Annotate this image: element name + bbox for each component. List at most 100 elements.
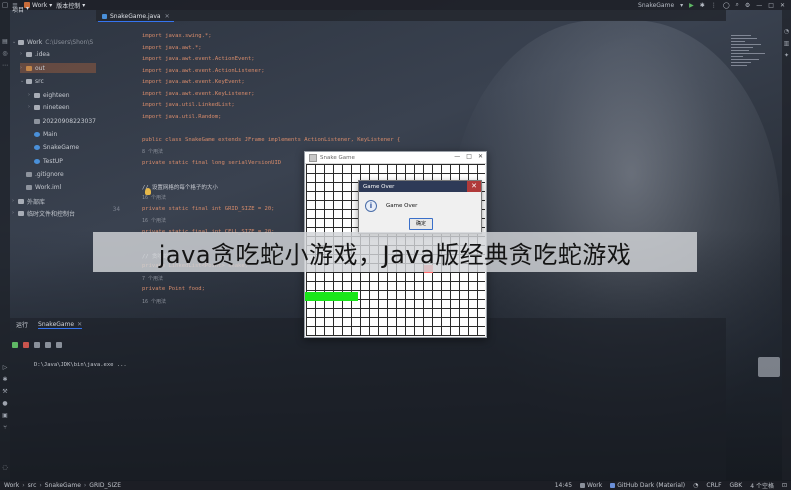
dialog-close-button[interactable]: ✕ xyxy=(467,181,481,192)
code-line[interactable]: import java.awt.*; xyxy=(142,45,202,51)
tree-item[interactable]: › .idea xyxy=(20,49,96,59)
scrollbar-thumb[interactable] xyxy=(758,357,780,377)
tree-item[interactable]: .gitignore xyxy=(20,169,96,179)
settings-icon[interactable]: ⚙ xyxy=(745,2,750,9)
dialog-titlebar[interactable]: Game Over ✕ xyxy=(359,181,481,192)
run-tab[interactable]: SnakeGame ✕ xyxy=(38,321,83,329)
code-line[interactable]: import java.util.Random; xyxy=(142,114,221,120)
tree-item[interactable]: › 临时文件和控制台 xyxy=(12,208,96,218)
close-tab-icon[interactable]: ✕ xyxy=(77,321,82,328)
debug-icon[interactable]: ✱ xyxy=(700,2,705,9)
exit-icon[interactable] xyxy=(45,342,51,348)
run-config-selector[interactable]: SnakeGame xyxy=(638,2,674,9)
game-over-dialog: Game Over ✕ i Game Over 确定 xyxy=(358,180,482,234)
user-icon[interactable]: ◯ xyxy=(723,2,730,9)
tree-item[interactable]: ⌄ src xyxy=(20,76,96,86)
run-tab-label: 运行 xyxy=(16,322,29,329)
breadcrumb-item[interactable]: SnakeGame xyxy=(45,482,81,489)
window-menu-icon[interactable]: ▢ xyxy=(0,0,10,10)
breadcrumb-item[interactable]: GRID_SIZE xyxy=(89,482,121,489)
tree-item[interactable]: Work.iml xyxy=(20,182,96,192)
run-tab[interactable]: 运行 xyxy=(16,320,28,329)
java-class-icon xyxy=(34,158,40,164)
snake-body xyxy=(305,292,358,301)
code-line[interactable]: private static final int GRID_SIZE = 20; xyxy=(142,206,274,212)
terminal-tool-icon[interactable]: ▣ xyxy=(1,412,9,420)
code-line[interactable]: private static final long serialVersionU… xyxy=(142,160,281,166)
maximize-icon[interactable]: □ xyxy=(466,153,472,160)
theme-selector[interactable]: GitHub Dark (Material) xyxy=(617,482,685,489)
code-line[interactable]: import java.awt.event.ActionEvent; xyxy=(142,56,255,62)
usage-hint[interactable]: 8 个用法 xyxy=(142,148,163,155)
ok-button[interactable]: 确定 xyxy=(409,218,433,230)
code-line[interactable]: import javax.swing.*; xyxy=(142,33,212,39)
close-icon[interactable]: ✕ xyxy=(478,153,483,160)
breadcrumb: Work › src › SnakeGame › GRID_SIZE xyxy=(4,482,121,489)
console-output[interactable]: D:\Java\JDK\bin\java.exe ... xyxy=(34,362,127,368)
code-line[interactable]: import java.awt.event.KeyListener; xyxy=(142,91,255,97)
tree-item[interactable]: 20220908223037 xyxy=(28,116,96,126)
usage-hint[interactable]: 16 个用法 xyxy=(142,298,166,305)
minimize-icon[interactable]: — xyxy=(756,2,762,9)
code-line[interactable]: public class SnakeGame extends JFrame im… xyxy=(142,137,400,143)
code-line[interactable]: private Point food; xyxy=(142,286,205,292)
git-tool-icon[interactable]: ⑂ xyxy=(1,424,9,432)
indent-setting[interactable]: 4 个空格 xyxy=(750,481,774,490)
maximize-icon[interactable]: □ xyxy=(768,2,774,9)
tree-item[interactable]: SnakeGame xyxy=(28,142,96,152)
chevron-down-icon[interactable]: ▾ xyxy=(26,5,29,14)
memory-indicator-icon[interactable]: ◔ xyxy=(693,482,698,489)
cursor-position[interactable]: 14:45 xyxy=(555,482,572,489)
line-separator[interactable]: CRLF xyxy=(706,482,721,489)
tree-item[interactable]: ⌄ Work C:\Users\Shon\S xyxy=(12,37,96,47)
build-tool-icon[interactable]: ⚒ xyxy=(1,388,9,396)
search-icon[interactable]: ⌕ xyxy=(736,1,739,9)
lightbulb-icon[interactable] xyxy=(145,188,151,195)
tree-item[interactable]: Main xyxy=(28,129,96,139)
problems-tool-icon[interactable]: ● xyxy=(1,400,9,408)
close-tab-icon[interactable]: ✕ xyxy=(165,13,170,20)
chevron-down-icon: ▾ xyxy=(49,1,53,9)
chevron-down-icon[interactable]: ▾ xyxy=(680,2,683,9)
usage-hint[interactable]: 16 个用法 xyxy=(142,217,166,224)
folder-icon xyxy=(26,65,32,71)
ai-assistant-icon[interactable]: ✦ xyxy=(783,52,790,59)
stop-icon[interactable] xyxy=(23,342,29,348)
more-icon[interactable]: ⋮ xyxy=(711,2,717,9)
notifications-icon[interactable]: ◔ xyxy=(783,28,790,35)
tree-item[interactable]: TestUP xyxy=(28,156,96,166)
camera-icon[interactable] xyxy=(34,342,40,348)
minimize-icon[interactable]: — xyxy=(454,153,460,160)
code-line[interactable]: import java.util.LinkedList; xyxy=(142,102,235,108)
database-icon[interactable]: ▥ xyxy=(783,40,790,47)
close-icon[interactable]: ✕ xyxy=(780,2,785,9)
usage-hint[interactable]: 7 个用法 xyxy=(142,275,163,282)
tree-item[interactable]: › eighteen xyxy=(28,90,96,100)
breadcrumb-item[interactable]: Work xyxy=(4,482,19,489)
vcs-menu[interactable]: 版本控制 ▾ xyxy=(56,1,85,10)
project-panel-title[interactable]: 项目 xyxy=(12,5,24,14)
rerun-icon[interactable] xyxy=(12,342,18,348)
services-tool-icon[interactable]: ◌ xyxy=(1,464,9,472)
tree-item[interactable]: › out xyxy=(20,63,96,73)
debug-tool-icon[interactable]: ✱ xyxy=(1,376,9,384)
vcs-branch[interactable]: Work xyxy=(587,482,602,489)
run-tool-icon[interactable]: ▷ xyxy=(1,364,9,372)
usage-hint[interactable]: 16 个用法 xyxy=(142,194,166,201)
tree-item[interactable]: › nineteen xyxy=(28,102,96,112)
code-comment[interactable]: // 设置网格的每个格子的大小 xyxy=(142,183,218,191)
file-encoding[interactable]: GBK xyxy=(730,482,743,489)
tree-item[interactable]: › 外部库 xyxy=(12,196,96,206)
tree-item-label: .idea xyxy=(35,50,50,58)
more-options-icon[interactable] xyxy=(56,342,62,348)
commit-tool-icon[interactable]: ◎ xyxy=(1,50,9,58)
breadcrumb-item[interactable]: src xyxy=(28,482,37,489)
game-window-titlebar[interactable]: Snake Game — □ ✕ xyxy=(305,152,486,164)
code-line[interactable]: import java.awt.event.KeyEvent; xyxy=(142,79,245,85)
lock-icon[interactable]: ⊡ xyxy=(782,482,787,489)
run-icon[interactable]: ▶ xyxy=(689,2,694,9)
project-tool-icon[interactable]: ▤ xyxy=(1,38,9,46)
structure-tool-icon[interactable]: ⋯ xyxy=(1,62,9,70)
minimap[interactable] xyxy=(729,33,777,73)
code-line[interactable]: import java.awt.event.ActionListener; xyxy=(142,68,265,74)
